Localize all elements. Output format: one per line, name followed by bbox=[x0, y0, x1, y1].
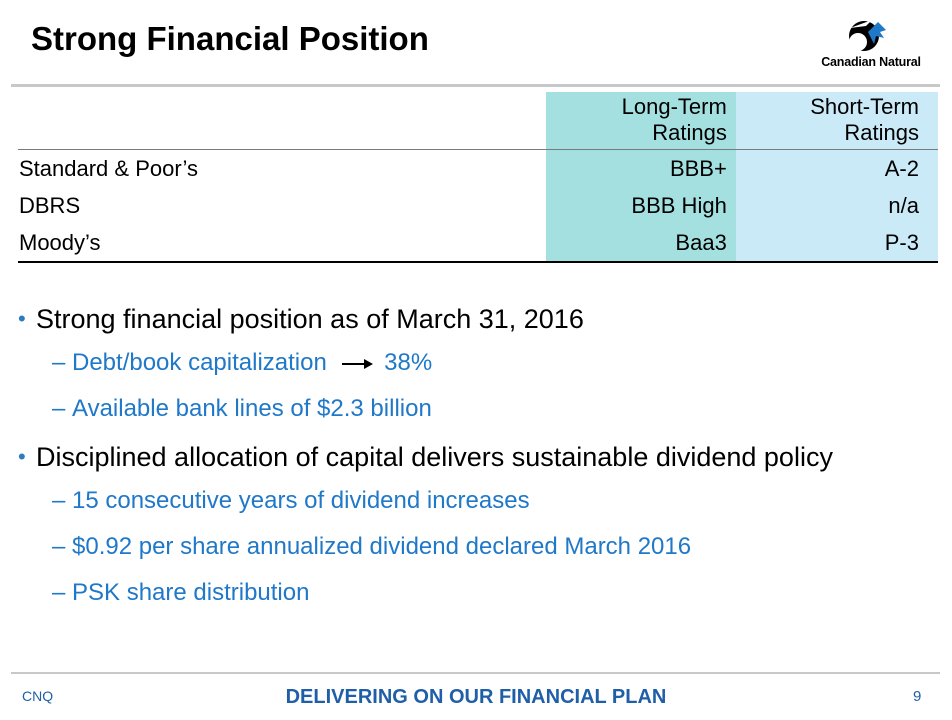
company-logo: Canadian Natural bbox=[812, 18, 930, 74]
long-term-rating: BBB High bbox=[545, 187, 736, 224]
bullet-text: Strong financial position as of March 31… bbox=[36, 304, 584, 334]
sub-bullet-text: Available bank lines of $2.3 billion bbox=[72, 395, 432, 422]
agency-name: DBRS bbox=[19, 192, 81, 218]
dash-icon: – bbox=[52, 395, 66, 422]
footer-divider bbox=[11, 672, 940, 674]
bullet-text: Disciplined allocation of capital delive… bbox=[36, 442, 833, 472]
short-term-rating: A-2 bbox=[735, 149, 938, 187]
bullet-list: • Strong financial position as of March … bbox=[18, 300, 938, 622]
slide-title: Strong Financial Position bbox=[31, 20, 429, 57]
bullet-dot-icon: • bbox=[18, 444, 26, 469]
logo-wordmark: Canadian Natural bbox=[821, 55, 921, 69]
sub-bullet-item: – 15 consecutive years of dividend incre… bbox=[18, 484, 938, 530]
agency-name: Moody’s bbox=[18, 224, 546, 263]
table-row: Standard & Poor’s BBB+ A-2 bbox=[18, 149, 938, 187]
sub-bullet-text: PSK share distribution bbox=[72, 579, 310, 606]
short-term-rating: P-3 bbox=[735, 224, 938, 263]
short-term-header: Short-Term Ratings bbox=[735, 92, 938, 150]
sub-bullet-text: 15 consecutive years of dividend increas… bbox=[72, 487, 530, 514]
dash-icon: – bbox=[52, 487, 66, 514]
arrow-value: 38% bbox=[384, 349, 433, 376]
table-row: Moody’s Baa3 P-3 bbox=[18, 224, 938, 263]
agency-name: Standard & Poor’s bbox=[18, 149, 546, 187]
bullet-item: • Strong financial position as of March … bbox=[18, 300, 938, 346]
long-term-rating: Baa3 bbox=[545, 224, 736, 263]
title-divider bbox=[11, 84, 940, 87]
sub-bullet-item: – Available bank lines of $2.3 billion bbox=[18, 392, 938, 438]
sub-bullet-text: $0.92 per share annualized dividend decl… bbox=[72, 533, 692, 560]
table-header-row: Long-Term Ratings Short-Term Ratings bbox=[18, 92, 938, 150]
agency-header-cell bbox=[18, 92, 546, 150]
table-row: DBRS BBB High n/a bbox=[18, 187, 938, 224]
long-term-rating: BBB+ bbox=[545, 149, 736, 187]
sub-bullet-item: – PSK share distribution bbox=[18, 576, 938, 622]
dash-icon: – bbox=[52, 579, 66, 606]
canadian-natural-logo-icon bbox=[849, 20, 886, 51]
long-term-header: Long-Term Ratings bbox=[545, 92, 736, 150]
bullet-dot-icon: • bbox=[18, 306, 26, 331]
right-arrow-icon bbox=[341, 358, 373, 369]
bullet-item: • Disciplined allocation of capital deli… bbox=[18, 438, 938, 484]
dash-icon: – bbox=[52, 349, 66, 376]
footer-tagline: DELIVERING ON OUR FINANCIAL PLAN bbox=[285, 686, 667, 708]
dash-icon: – bbox=[52, 533, 66, 560]
sub-bullet-text: Debt/book capitalization bbox=[72, 349, 327, 376]
short-term-rating: n/a bbox=[735, 187, 938, 224]
credit-ratings-table: Long-Term Ratings Short-Term Ratings Sta… bbox=[18, 92, 938, 263]
page-number: 9 bbox=[913, 688, 922, 705]
sub-bullet-item: – Debt/book capitalization 38% bbox=[18, 346, 938, 392]
sub-bullet-item: – $0.92 per share annualized dividend de… bbox=[18, 530, 938, 576]
